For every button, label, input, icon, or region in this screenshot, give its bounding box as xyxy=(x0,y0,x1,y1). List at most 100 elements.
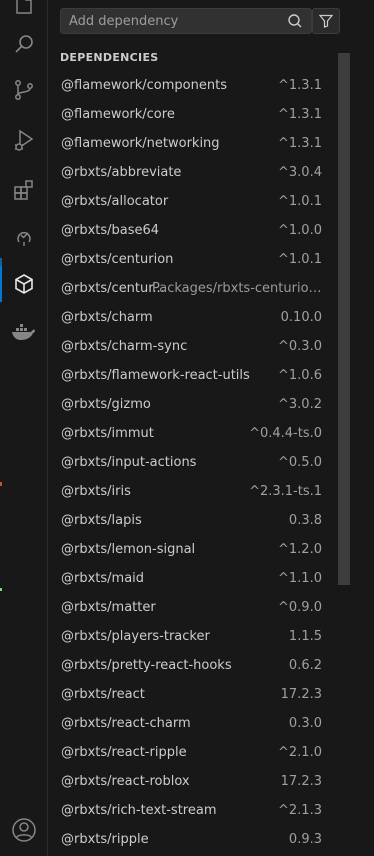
dependency-name: @rbxts/lapis xyxy=(61,513,142,528)
activity-bar xyxy=(0,0,48,856)
dependency-name: @rbxts/allocator xyxy=(61,194,169,209)
run-debug-icon[interactable] xyxy=(0,122,48,158)
app-root: DEPENDENCIES @flamework/components ^1.3.… xyxy=(0,0,374,856)
dependency-row[interactable]: @rbxts/flamework-react-utils ^1.0.6 xyxy=(48,361,338,390)
dependency-row[interactable]: @rbxts/lemon-signal ^1.2.0 xyxy=(48,535,338,564)
dependency-name: @rbxts/matter xyxy=(61,600,156,615)
dependency-row[interactable]: @rbxts/allocator ^1.0.1 xyxy=(48,187,338,216)
dependency-name: @rbxts/centurion xyxy=(61,252,174,267)
dependencies-panel: DEPENDENCIES @flamework/components ^1.3.… xyxy=(48,0,374,856)
filter-button[interactable] xyxy=(312,8,340,34)
docker-icon[interactable] xyxy=(0,314,48,350)
dependency-version: ^1.0.1 xyxy=(278,194,322,209)
dependency-name: @rbxts/react xyxy=(61,687,145,702)
dependency-version: ^1.3.1 xyxy=(278,136,322,151)
search-box xyxy=(60,8,312,34)
dependency-name: @rbxts/gizmo xyxy=(61,397,151,412)
dependency-name: @rbxts/react-charm xyxy=(61,716,191,731)
dependency-row[interactable]: @rbxts/maid ^1.1.0 xyxy=(48,564,338,593)
dependency-row[interactable]: @rbxts/ripple 0.9.3 xyxy=(48,825,338,854)
add-dependency-input[interactable] xyxy=(61,9,276,33)
search-icon[interactable] xyxy=(287,13,303,29)
dependency-name: @flamework/components xyxy=(61,78,227,93)
filter-icon xyxy=(319,14,333,28)
testing-icon[interactable] xyxy=(0,218,48,254)
dependency-name: @rbxts/pretty-react-hooks xyxy=(61,658,232,673)
search-icon[interactable] xyxy=(0,26,48,62)
dependency-row[interactable]: @rbxts/centur... Packages/rbxts-centurio… xyxy=(48,274,338,303)
dependency-row[interactable]: @rbxts/iris ^2.3.1-ts.1 xyxy=(48,477,338,506)
dependency-version: ^2.1.3 xyxy=(278,803,322,818)
dependency-row[interactable]: @rbxts/base64 ^1.0.0 xyxy=(48,216,338,245)
dependency-version: ^1.1.0 xyxy=(278,571,322,586)
account-icon[interactable] xyxy=(0,812,48,848)
dependency-name: @rbxts/charm-sync xyxy=(61,339,188,354)
explorer-icon[interactable] xyxy=(0,0,48,22)
dependency-version: ^3.0.4 xyxy=(278,165,322,180)
dependency-name: @rbxts/react-ripple xyxy=(61,745,187,760)
dependency-row[interactable]: @rbxts/react-roblox 17.2.3 xyxy=(48,767,338,796)
dependency-name: @rbxts/rich-text-stream xyxy=(61,803,217,818)
dependency-row[interactable]: @flamework/components ^1.3.1 xyxy=(48,71,338,100)
dependency-name: @rbxts/maid xyxy=(61,571,145,586)
dependency-row[interactable]: @rbxts/centurion ^1.0.1 xyxy=(48,245,338,274)
dependency-row[interactable]: @rbxts/charm 0.10.0 xyxy=(48,303,338,332)
dependency-version: 0.6.2 xyxy=(288,658,322,673)
dependency-row[interactable]: @rbxts/lapis 0.3.8 xyxy=(48,506,338,535)
dependency-version: ^1.2.0 xyxy=(278,542,322,557)
dependency-name: @rbxts/players-tracker xyxy=(61,629,210,644)
dependency-version: 0.3.0 xyxy=(288,716,322,731)
packages-icon[interactable] xyxy=(0,266,48,302)
dependency-version: ^0.4.4-ts.0 xyxy=(249,426,322,441)
dependency-row[interactable]: @rbxts/gizmo ^3.0.2 xyxy=(48,390,338,419)
dependency-version: ^2.3.1-ts.1 xyxy=(249,484,322,499)
dependency-version: 0.10.0 xyxy=(280,310,322,325)
dependency-version: 17.2.3 xyxy=(280,687,322,702)
dependency-version: 1.1.5 xyxy=(288,629,322,644)
dependency-row[interactable]: @flamework/networking ^1.3.1 xyxy=(48,129,338,158)
dependency-name: @rbxts/react-roblox xyxy=(61,774,190,789)
dependency-name: @rbxts/base64 xyxy=(61,223,160,238)
dependency-version: ^1.3.1 xyxy=(278,78,322,93)
dependency-row[interactable]: @rbxts/players-tracker 1.1.5 xyxy=(48,622,338,651)
dependency-row[interactable]: @rbxts/rich-text-stream ^2.1.3 xyxy=(48,796,338,825)
source-control-icon[interactable] xyxy=(0,72,48,108)
dependency-name: @rbxts/immut xyxy=(61,426,154,441)
dependency-name: @rbxts/centur... xyxy=(61,281,165,296)
dependency-name: @rbxts/charm xyxy=(61,310,153,325)
dependency-version: 17.2.3 xyxy=(280,774,322,789)
dependency-version: ^1.0.0 xyxy=(278,223,322,238)
dependency-row[interactable]: @rbxts/react-ripple ^2.1.0 xyxy=(48,738,338,767)
dependency-row[interactable]: @rbxts/react 17.2.3 xyxy=(48,680,338,709)
dependency-row[interactable]: @rbxts/charm-sync ^0.3.0 xyxy=(48,332,338,361)
dependency-version: ^1.3.1 xyxy=(278,107,322,122)
dependency-name: @rbxts/iris xyxy=(61,484,131,499)
dependency-version: 0.9.3 xyxy=(288,832,322,847)
scrollbar-thumb[interactable] xyxy=(338,53,350,585)
dependency-row[interactable]: @rbxts/pretty-react-hooks 0.6.2 xyxy=(48,651,338,680)
dependency-version: ^0.9.0 xyxy=(278,600,322,615)
dependency-name: @rbxts/input-actions xyxy=(61,455,197,470)
dependency-row[interactable]: @rbxts/abbreviate ^3.0.4 xyxy=(48,158,338,187)
dependency-name: @rbxts/flamework-react-utils xyxy=(61,368,250,383)
dependency-list: @flamework/components ^1.3.1 @flamework/… xyxy=(48,71,338,854)
dependency-version: ^1.0.6 xyxy=(278,368,322,383)
dependency-row[interactable]: @rbxts/matter ^0.9.0 xyxy=(48,593,338,622)
dependency-path: Packages/rbxts-centurion-u... xyxy=(152,281,324,296)
dependency-row[interactable]: @rbxts/input-actions ^0.5.0 xyxy=(48,448,338,477)
dependency-name: @flamework/core xyxy=(61,107,175,122)
dependency-version: 0.3.8 xyxy=(288,513,322,528)
dependency-row[interactable]: @flamework/core ^1.3.1 xyxy=(48,100,338,129)
dependency-version: ^0.5.0 xyxy=(278,455,322,470)
dependency-row[interactable]: @rbxts/react-charm 0.3.0 xyxy=(48,709,338,738)
dependency-version: ^2.1.0 xyxy=(278,745,322,760)
dependency-name: @rbxts/lemon-signal xyxy=(61,542,196,557)
dependency-name: @rbxts/ripple xyxy=(61,832,149,847)
dependency-name: @rbxts/abbreviate xyxy=(61,165,182,180)
extensions-icon[interactable] xyxy=(0,172,48,208)
section-title: DEPENDENCIES xyxy=(60,51,159,64)
dependency-row[interactable]: @rbxts/immut ^0.4.4-ts.0 xyxy=(48,419,338,448)
dependency-version: ^3.0.2 xyxy=(278,397,322,412)
dependency-name: @flamework/networking xyxy=(61,136,220,151)
dependency-version: ^0.3.0 xyxy=(278,339,322,354)
